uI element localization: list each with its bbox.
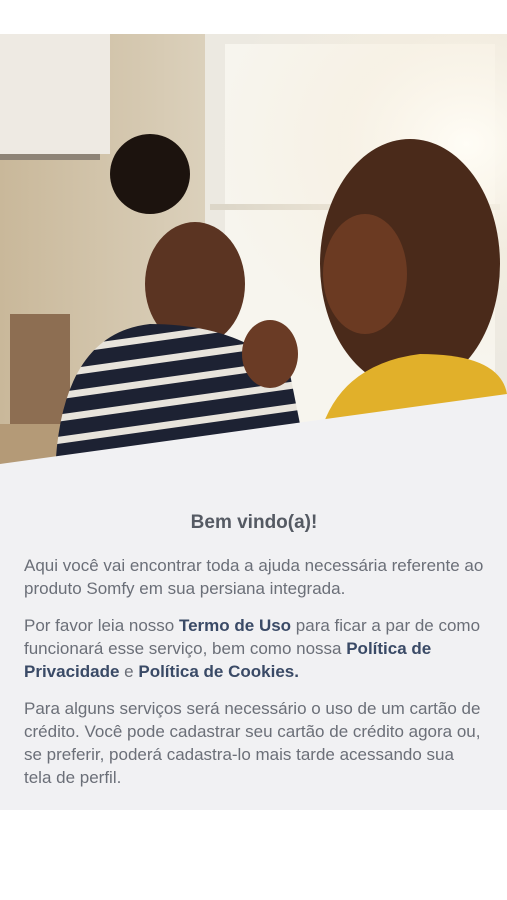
terms-text-and: e <box>119 662 139 681</box>
terms-text-before: Por favor leia nosso <box>24 616 179 635</box>
welcome-title: Bem vindo(a)! <box>190 512 318 533</box>
credit-card-paragraph: Para alguns serviços será necessário o u… <box>24 699 481 787</box>
terms-paragraph: Por favor leia nosso Termo de Uso para f… <box>24 614 484 683</box>
terms-of-use-link[interactable]: Termo de Uso <box>179 616 291 635</box>
status-bar <box>0 0 507 34</box>
cookie-policy-link[interactable]: Política de Cookies. <box>138 662 299 681</box>
bottom-area <box>0 810 507 900</box>
welcome-content: Bem vindo(a)! Aqui você vai encontrar to… <box>24 506 484 808</box>
intro-paragraph: Aqui você vai encontrar toda a ajuda nec… <box>24 556 484 598</box>
